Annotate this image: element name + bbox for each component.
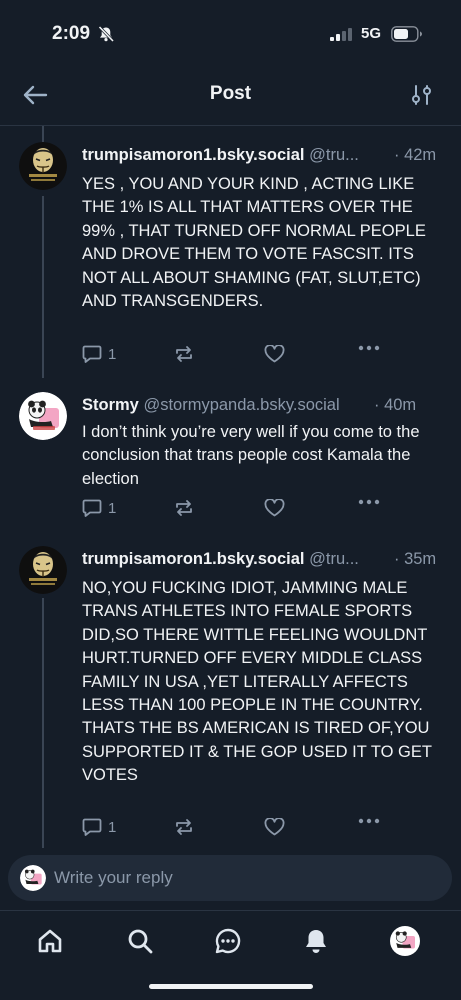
post-time: · 42m [394,146,437,164]
post-text: I don’t think you’re very well if you co… [82,423,420,488]
repost-button[interactable] [174,499,194,517]
author-name[interactable]: trumpisamoron1.bsky.social [82,550,305,568]
avatar[interactable] [19,142,67,190]
like-button[interactable] [264,499,285,517]
ellipsis-icon [358,345,380,351]
network-label: 5G [361,25,382,42]
heart-icon [264,345,285,363]
page-title: Post [209,83,252,104]
post-item[interactable]: trumpisamoron1.bsky.social @tru... · 35m… [0,546,461,844]
ellipsis-icon [358,818,380,824]
reply-button[interactable]: 1 [82,818,116,836]
post-header: trumpisamoron1.bsky.social @tru... · 35m [82,550,436,569]
author-handle[interactable]: @tru... [309,550,359,568]
post-actions: 1 [82,345,382,369]
header-bar: Post [0,64,461,126]
more-button[interactable] [358,818,380,824]
post-item[interactable]: Stormy @stormypanda.bsky.social · 40m I … [0,390,461,530]
avatar[interactable] [19,546,67,594]
reply-count: 1 [108,345,117,363]
author-handle[interactable]: @tru... [309,146,359,164]
post-item[interactable]: trumpisamoron1.bsky.social @tru... · 42m… [0,142,461,374]
reply-count: 1 [108,818,117,836]
bell-icon[interactable] [302,927,330,960]
repost-button[interactable] [174,818,194,836]
bell-slash-icon [97,25,115,48]
home-indicator[interactable] [149,984,313,989]
author-name[interactable]: trumpisamoron1.bsky.social [82,146,305,164]
status-bar: 2:09 5G [0,0,461,64]
like-button[interactable] [264,818,285,836]
reply-bubble-icon [82,818,102,836]
sliders-icon[interactable] [410,83,434,112]
ellipsis-icon [358,499,380,505]
repost-icon [176,346,192,362]
search-icon[interactable] [126,927,154,960]
author-handle[interactable]: @stormypanda.bsky.social [143,396,339,414]
repost-button[interactable] [174,345,194,363]
heart-icon [264,499,285,517]
avatar[interactable] [19,392,67,440]
reply-count: 1 [108,499,117,517]
reply-button[interactable]: 1 [82,499,116,517]
post-header: Stormy @stormypanda.bsky.social · 40m [82,396,416,415]
reply-button[interactable]: 1 [82,345,116,363]
repost-icon [176,819,192,835]
reply-bubble-icon [82,499,102,517]
post-actions: 1 [82,818,382,842]
signal-icon [330,28,354,46]
post-time: · 35m [394,550,437,568]
more-button[interactable] [358,499,380,505]
repost-icon [176,500,192,516]
post-header: trumpisamoron1.bsky.social @tru... · 42m [82,146,436,165]
profile-avatar[interactable] [390,926,420,961]
avatar [20,865,46,891]
chat-icon[interactable] [214,927,242,960]
heart-icon [264,818,285,836]
status-time: 2:09 [52,23,91,44]
author-name[interactable]: Stormy [82,396,139,414]
post-time: · 40m [374,396,417,414]
reply-input[interactable]: Write your reply [8,855,452,901]
reply-placeholder: Write your reply [54,868,173,887]
thread-line [42,126,44,142]
like-button[interactable] [264,345,285,363]
home-icon[interactable] [36,927,64,960]
reply-bubble-icon [82,345,102,363]
more-button[interactable] [358,345,380,351]
post-actions: 1 [82,499,382,523]
post-text: NO,YOU FUCKING IDIOT, JAMMING MALE TRANS… [82,579,432,785]
post-text: YES , YOU AND YOUR KIND , ACTING LIKE TH… [82,175,426,311]
battery-icon [391,26,423,47]
